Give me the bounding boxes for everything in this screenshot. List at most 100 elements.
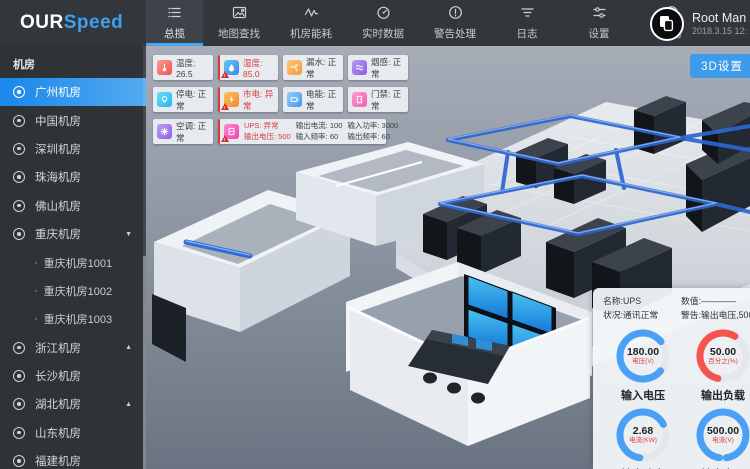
gauge-grid: 180.00 电压(V) 输入电压 50.00 百分 (603, 328, 750, 469)
room-icon (13, 86, 25, 98)
tab-room-energy[interactable]: 机房能耗 (275, 0, 347, 46)
sidebar-item-zhongguo[interactable]: 中国机房 (0, 106, 146, 134)
user-box[interactable]: Root Man 2018.3.15 12: (650, 5, 750, 43)
sidebar-item-zhejiang[interactable]: 浙江机房 ▲ (0, 334, 146, 362)
ups-output-voltage: 输出电压: 500 (244, 132, 291, 143)
battery-icon (287, 92, 302, 107)
sidebar-item-chongqing-1003[interactable]: 重庆机房1003 (0, 305, 146, 333)
sidebar-item-fujian[interactable]: 福建机房 (0, 447, 146, 469)
sidebar-item-chongqing-1001[interactable]: 重庆机房1001 (0, 248, 146, 276)
sidebar: 机房 广州机房 中国机房 深圳机房 珠海机房 佛山机房 重庆机房 ▼ 重庆机房1… (0, 46, 146, 469)
gauge-value: 180.00 (627, 347, 659, 359)
chevron-up-icon[interactable]: ▲ (125, 344, 132, 351)
sidebar-item-label: 湖北机房 (35, 396, 81, 412)
smoke-icon (352, 60, 367, 75)
sidebar-item-label: 浙江机房 (35, 340, 81, 356)
gauge-unit: 百分之(%) (708, 358, 738, 365)
ups-input-frequency: 输入频率: 60 (296, 132, 343, 143)
panel-name: 名称:UPS (603, 295, 675, 307)
3d-settings-button[interactable]: 3D设置 (690, 54, 750, 78)
badge-text: 停电: 正常 (176, 88, 209, 112)
chevron-up-icon[interactable]: ▲ (125, 401, 132, 408)
status-badge-water-leak[interactable]: 漏水: 正常 (283, 55, 343, 80)
ups-alert-card[interactable]: UPS: 异常 输出电压: 500 输出电流: 100 输入频率: 60 输入功… (218, 119, 386, 144)
status-badge-smoke[interactable]: 烟感: 正常 (348, 55, 408, 80)
avatar[interactable] (650, 7, 684, 41)
tab-label: 设置 (589, 26, 610, 41)
sidebar-title: 机房 (0, 46, 146, 78)
tab-overview[interactable]: 总揽 (146, 0, 203, 46)
room-icon (13, 398, 25, 410)
sidebar-item-shenzhen[interactable]: 深圳机房 (0, 135, 146, 163)
tab-label: 警告处理 (434, 26, 476, 41)
pulse-icon (304, 5, 319, 23)
gauge-unit: 电流(KW) (629, 437, 657, 444)
ups-input-power: 输入功率: 3000 (347, 121, 398, 132)
gauge-label: 输入电压 (621, 387, 665, 403)
filter-lines-icon (520, 5, 535, 23)
room-icon (13, 342, 25, 354)
sidebar-item-hubei[interactable]: 湖北机房 ▲ (0, 390, 146, 418)
gauge-output-voltage: 500.00 电流(V) 输出电压 (683, 407, 750, 469)
room-icon (13, 200, 25, 212)
tab-map-search[interactable]: 地图查找 (203, 0, 275, 46)
ups-status: UPS: 异常 (244, 121, 291, 132)
room-icon (13, 228, 25, 240)
tab-label: 总揽 (164, 26, 185, 41)
user-name: Root Man (692, 11, 747, 27)
sidebar-item-foshan[interactable]: 佛山机房 (0, 192, 146, 220)
gauge-value: 500.00 (707, 426, 739, 438)
warning-triangle-icon (221, 103, 229, 110)
main-nav: 总揽 地图查找 机房能耗 实时数据 警告处理 日志 (146, 0, 707, 46)
bulb-icon (157, 92, 172, 107)
humidity-icon (224, 60, 239, 75)
status-badge-temperature[interactable]: 温度: 26.5 (153, 55, 213, 80)
status-badge-mains-power[interactable]: 市电: 异常 (218, 87, 278, 112)
user-meta: Root Man 2018.3.15 12: (692, 11, 747, 38)
ups-output-frequency: 输出频率: 60 (347, 132, 398, 143)
status-badge-battery[interactable]: 电能: 正常 (283, 87, 343, 112)
chevron-down-icon[interactable]: ▼ (125, 231, 132, 238)
tab-label: 日志 (517, 26, 538, 41)
sidebar-item-chongqing[interactable]: 重庆机房 ▼ (0, 220, 146, 248)
list-icon (167, 5, 182, 23)
status-badge-humidity[interactable]: 湿度: 85.0 (218, 55, 278, 80)
gauge-icon (376, 5, 391, 23)
faucet-icon (287, 60, 302, 75)
tab-realtime-data[interactable]: 实时数据 (347, 0, 419, 46)
app-window: OURSpeed 总揽 地图查找 机房能耗 实时数据 警告处理 (0, 0, 750, 469)
sidebar-item-zhuhai[interactable]: 珠海机房 (0, 163, 146, 191)
main-viewport: 温度: 26.5 湿度: 85.0 漏水: 正常 烟感: 正常 停电: 正常 市… (146, 46, 750, 469)
gauge-unit: 电压(V) (632, 358, 654, 365)
tab-alert-handling[interactable]: 警告处理 (419, 0, 491, 46)
gauge-output-power: 2.68 电流(KW) 输出功率 (603, 407, 683, 469)
sidebar-item-label: 佛山机房 (35, 198, 81, 214)
tab-label: 地图查找 (218, 26, 260, 41)
badge-text: 电能: 正常 (306, 88, 339, 112)
sidebar-item-guangzhou[interactable]: 广州机房 (0, 78, 146, 106)
ups-metrics-col1: 输出电流: 100 输入频率: 60 (296, 121, 343, 142)
tab-logs[interactable]: 日志 (491, 0, 563, 46)
ups-alert-values: UPS: 异常 输出电压: 500 (244, 121, 291, 142)
status-badge-power-outage[interactable]: 停电: 正常 (153, 87, 213, 112)
thermometer-icon (157, 60, 172, 75)
badge-text: 市电: 异常 (243, 88, 274, 112)
sidebar-item-shandong[interactable]: 山东机房 (0, 419, 146, 447)
map-search-icon (232, 5, 247, 23)
status-badge-door-access[interactable]: 门禁: 正常 (348, 87, 408, 112)
sidebar-item-changsha[interactable]: 长沙机房 (0, 362, 146, 390)
door-icon (352, 92, 367, 107)
tab-settings[interactable]: 设置 (563, 0, 635, 46)
badge-text: 漏水: 正常 (306, 56, 339, 80)
logo-text-primary: OUR (20, 12, 64, 34)
ups-detail-panel: 名称:UPS 数值:———— 状况:通讯正常 警告:输出电压,500.00,20… (593, 288, 750, 469)
sidebar-item-label: 中国机房 (35, 113, 81, 129)
ups-output-current: 输出电流: 100 (296, 121, 343, 132)
gauge-value: 50.00 (710, 347, 736, 359)
sidebar-item-chongqing-1002[interactable]: 重庆机房1002 (0, 277, 146, 305)
room-icon (13, 370, 25, 382)
ups-icon (224, 124, 239, 139)
status-badge-air-conditioner[interactable]: 空调: 正常 (153, 119, 213, 144)
sidebar-item-label: 长沙机房 (35, 368, 81, 384)
top-bar: OURSpeed 总揽 地图查找 机房能耗 实时数据 警告处理 (0, 0, 750, 46)
